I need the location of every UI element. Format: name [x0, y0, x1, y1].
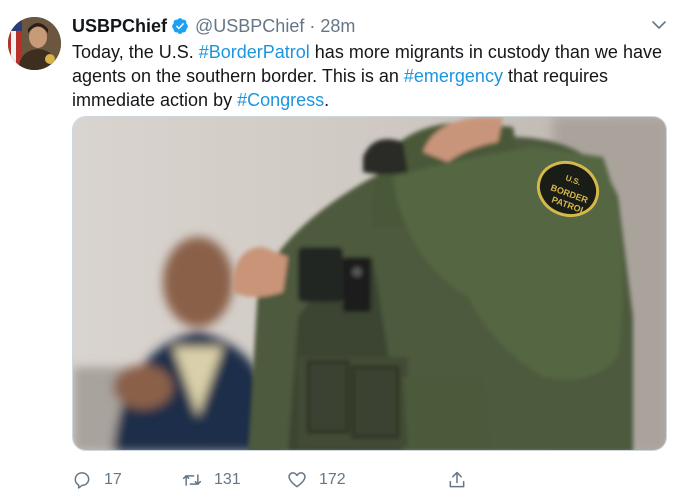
tweet-actions: 17 131 172 — [72, 468, 492, 492]
retweet-count: 131 — [214, 471, 241, 488]
hashtag-borderpatrol[interactable]: #BorderPatrol — [199, 42, 310, 62]
tweet-photo[interactable]: U.S. BORDER PATROL — [72, 116, 667, 451]
hashtag-emergency[interactable]: #emergency — [404, 66, 503, 86]
tweet-header: USBPChief @USBPChief · 28m — [72, 15, 671, 37]
heart-icon — [288, 472, 306, 488]
hashtag-congress[interactable]: #Congress — [237, 90, 324, 110]
handle[interactable]: @USBPChief — [195, 16, 304, 37]
like-count: 172 — [319, 471, 346, 488]
separator-dot: · — [309, 15, 316, 36]
retweet-icon — [182, 474, 202, 486]
reply-icon — [74, 472, 90, 489]
verified-badge-icon — [172, 18, 188, 34]
timestamp[interactable]: 28m — [320, 16, 355, 37]
share-button[interactable] — [447, 470, 467, 490]
avatar-image — [8, 17, 61, 70]
tweet-text-part: . — [324, 90, 330, 110]
tweet-text: Today, the U.S. #BorderPatrol has more m… — [72, 40, 672, 112]
reply-button[interactable]: 17 — [72, 470, 182, 490]
like-button[interactable]: 172 — [287, 470, 447, 490]
tweet-text-part: Today, the U.S. — [72, 42, 199, 62]
retweet-button[interactable]: 131 — [182, 470, 287, 490]
display-name[interactable]: USBPChief — [72, 16, 167, 37]
share-icon — [449, 471, 465, 488]
avatar[interactable] — [8, 17, 61, 70]
reply-count: 17 — [104, 471, 122, 488]
photo-border-patrol-agent: U.S. BORDER PATROL — [73, 117, 666, 450]
chevron-down-icon[interactable] — [651, 17, 667, 33]
